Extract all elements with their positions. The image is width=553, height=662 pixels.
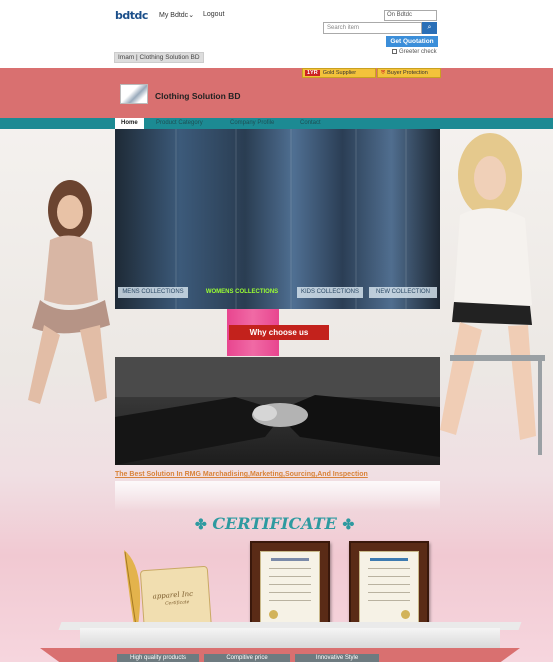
checkbox[interactable] <box>392 49 397 54</box>
chevron-down-icon: ⌄ <box>188 12 195 19</box>
nav-contact[interactable]: Contact <box>294 118 327 129</box>
buyer-protection-badge[interactable]: ⛨ Buyer Protection <box>377 68 441 78</box>
top-bar <box>0 0 553 68</box>
feature-price: Compitive price <box>204 654 290 662</box>
new-collection-tab[interactable]: NEW COLLECTION <box>369 287 437 298</box>
kids-collection-tab[interactable]: KIDS COLLECTIONS <box>297 287 363 298</box>
search-button[interactable]: ⌕ <box>422 22 437 34</box>
logout-link[interactable]: Logout <box>203 11 224 18</box>
fade-panel <box>115 481 440 511</box>
certificate-title-text: CERTIFICATE <box>212 514 337 533</box>
get-quotation-button[interactable]: Get Quotation <box>386 36 438 47</box>
display-stage <box>80 628 500 648</box>
search-icon: ⌕ <box>427 24 432 31</box>
why-choose-us-button[interactable]: Why choose us <box>229 325 329 340</box>
my-account-menu[interactable]: My Bdtdc⌄ <box>159 11 194 19</box>
search-input[interactable]: Search item <box>323 22 422 34</box>
ornament-icon: ✤ <box>195 517 207 533</box>
supplier-label: Gold Supplier <box>322 70 357 76</box>
certificate-title: ✤ CERTIFICATE ✤ <box>195 514 354 533</box>
greeter-label: Greeter check <box>399 49 437 56</box>
feature-quality: High quality products <box>117 654 199 662</box>
handshake-image <box>115 357 440 465</box>
nav-company-profile[interactable]: Company Profile <box>224 118 280 129</box>
shop-header <box>0 68 553 118</box>
shop-name[interactable]: Clothing Solution BD <box>155 91 240 101</box>
buyer-label: Buyer Protection <box>387 70 428 76</box>
scroll-title: apparel Inc <box>152 589 194 601</box>
left-model-image <box>28 180 110 404</box>
feature-style: Innovative Style <box>295 654 379 662</box>
site-logo[interactable]: bdtdc <box>115 9 148 22</box>
greeter-check[interactable]: Greeter check <box>392 49 437 55</box>
gold-supplier-badge[interactable]: 1YR Gold Supplier <box>302 68 376 78</box>
nav-product-category[interactable]: Product Category <box>150 118 209 129</box>
search-scope-select[interactable]: On Bdtdc <box>384 10 437 21</box>
my-account-label: My Bdtdc <box>159 12 189 19</box>
shop-logo[interactable] <box>120 84 148 104</box>
nav-home[interactable]: Home <box>115 118 144 129</box>
breadcrumb[interactable]: Imam | Clothing Solution BD <box>114 52 204 63</box>
womens-collection-tab[interactable]: WOMENS COLLECTIONS <box>194 287 290 298</box>
supplier-years: 1YR <box>305 70 320 76</box>
hero-banner <box>115 129 440 309</box>
ornament-icon: ✤ <box>342 517 355 533</box>
scroll-subtitle: Certificate <box>165 600 190 607</box>
tagline-link[interactable]: The Best Solution In RMG Marchadising,Ma… <box>115 471 368 478</box>
mens-collection-tab[interactable]: MENS COLLECTIONS <box>118 287 188 298</box>
shield-icon: ⛨ <box>381 70 386 76</box>
